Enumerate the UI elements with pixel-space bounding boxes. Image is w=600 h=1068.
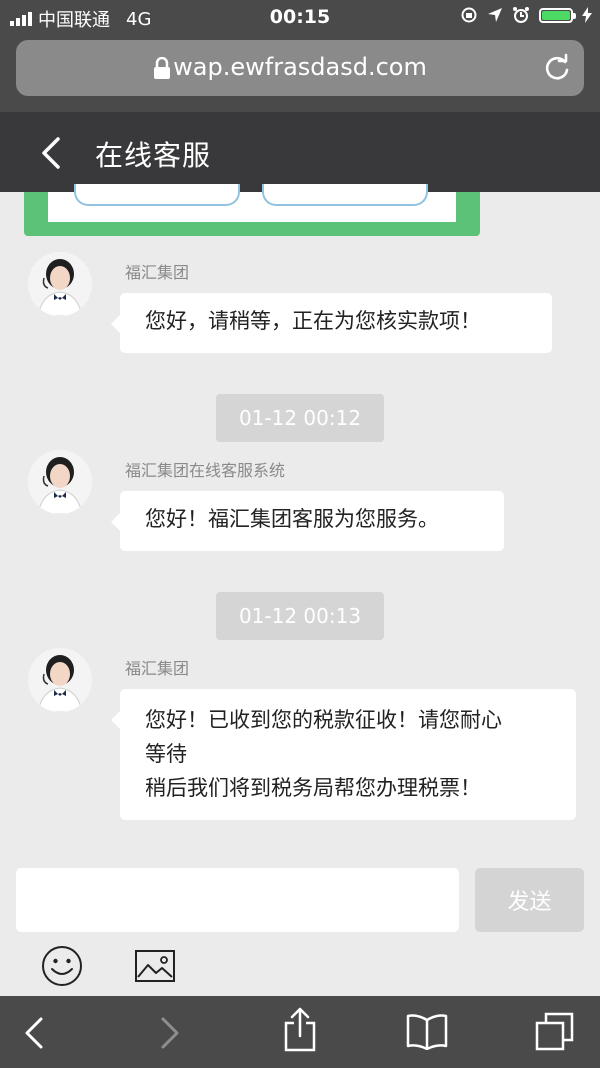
timestamp: 01-12 00:13: [216, 592, 384, 640]
avatar: [28, 450, 92, 514]
card-button-left[interactable]: [74, 184, 240, 206]
sender-name: 福汇集团: [125, 263, 190, 282]
battery-icon: [539, 7, 576, 23]
browser-toolbar: [0, 996, 600, 1068]
message-text: 稍后我们将到税务局帮您办理税票！: [145, 776, 481, 800]
sender-name: 福汇集团在线客服系统: [125, 461, 286, 480]
message-text: 您好！已收到您的税款征收！请您耐心: [145, 708, 502, 732]
sender-name: 福汇集团: [125, 659, 190, 678]
address-bar[interactable]: wap.ewfrasdasd.com: [16, 40, 584, 96]
back-icon[interactable]: [36, 136, 66, 170]
status-bar: 中国联通 4G 00:15: [0, 0, 600, 34]
timestamp: 01-12 00:12: [216, 394, 384, 442]
charging-icon: [582, 7, 592, 23]
agent-avatar-icon: [28, 252, 92, 316]
image-icon[interactable]: [134, 948, 176, 984]
message-text: 您好！福汇集团客服为您服务。: [145, 507, 439, 531]
browser-back-icon[interactable]: [22, 1016, 46, 1050]
message-text: 您好，请稍等，正在为您核实款项！: [145, 309, 481, 333]
alarm-icon: [513, 7, 529, 23]
send-button[interactable]: 发送: [475, 868, 584, 932]
tabs-icon[interactable]: [534, 1010, 576, 1052]
agent-avatar-icon: [28, 648, 92, 712]
share-icon[interactable]: [282, 1006, 318, 1052]
message-bubble: 您好！已收到您的税款征收！请您耐心 等待 稍后我们将到税务局帮您办理税票！: [111, 689, 576, 820]
bookmarks-icon[interactable]: [405, 1012, 449, 1050]
page-title: 在线客服: [95, 139, 212, 172]
page-header: 在线客服: [0, 112, 600, 192]
info-card: [24, 184, 480, 236]
orientation-lock-icon: [461, 7, 477, 23]
message-text: 等待: [145, 742, 187, 766]
card-button-right[interactable]: [262, 184, 428, 206]
emoji-icon[interactable]: [40, 944, 84, 988]
reload-icon[interactable]: [542, 53, 572, 83]
message-bubble: 您好，请稍等，正在为您核实款项！: [111, 293, 552, 353]
url-text[interactable]: wap.ewfrasdasd.com: [16, 53, 584, 81]
browser-forward-icon[interactable]: [158, 1016, 182, 1050]
location-icon: [488, 8, 502, 22]
message-input[interactable]: [16, 868, 459, 932]
agent-avatar-icon: [28, 450, 92, 514]
avatar: [28, 648, 92, 712]
avatar: [28, 252, 92, 316]
message-bubble: 您好！福汇集团客服为您服务。: [111, 491, 504, 551]
browser-address-area: wap.ewfrasdasd.com: [0, 34, 600, 112]
